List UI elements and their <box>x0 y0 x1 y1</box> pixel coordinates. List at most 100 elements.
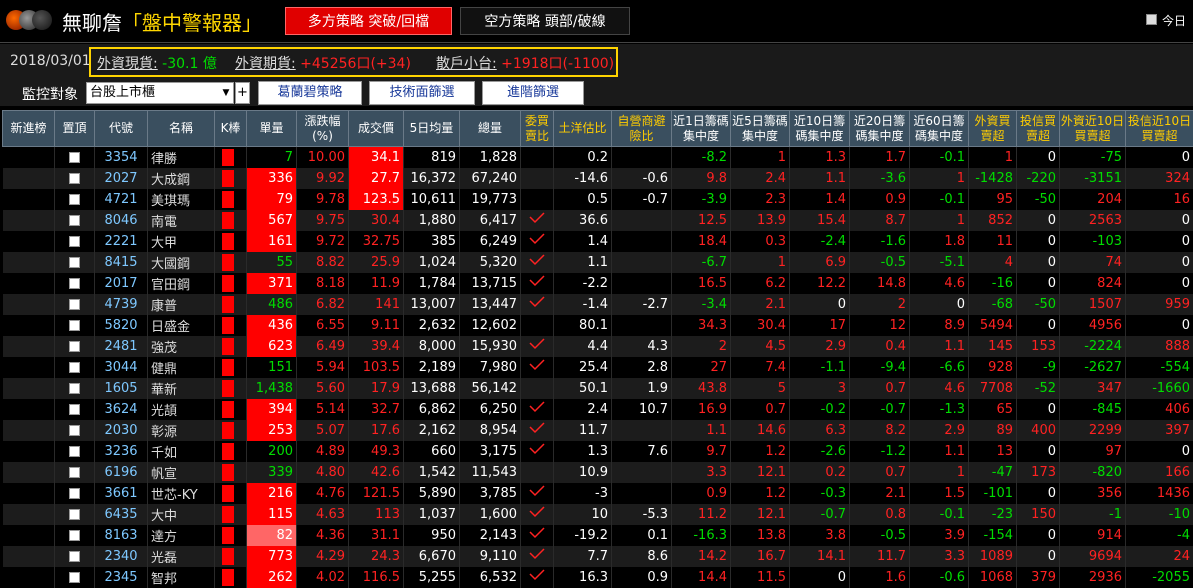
column-header[interactable]: 代號 <box>95 111 148 147</box>
pin-checkbox[interactable] <box>69 530 80 541</box>
column-header[interactable]: 自營商避險比 <box>612 111 672 147</box>
stock-code[interactable]: 2017 <box>95 273 148 294</box>
stock-name[interactable]: 官田鋼 <box>148 273 215 294</box>
pin-cell[interactable] <box>55 504 95 525</box>
advanced-filter-button[interactable]: 進階篩選 <box>482 81 584 105</box>
table-row[interactable]: 2221大甲1619.7232.753856,2491.418.40.3-2.4… <box>3 231 1193 252</box>
pin-cell[interactable] <box>55 210 95 231</box>
column-header[interactable]: 總量 <box>460 111 521 147</box>
pin-checkbox[interactable] <box>69 446 80 457</box>
pin-checkbox[interactable] <box>69 278 80 289</box>
granville-strategy-button[interactable]: 葛蘭碧策略 <box>258 81 362 105</box>
pin-checkbox[interactable] <box>69 257 80 268</box>
column-header[interactable]: 新進榜 <box>3 111 55 147</box>
column-header[interactable]: K棒 <box>215 111 247 147</box>
pin-cell[interactable] <box>55 483 95 504</box>
stock-code[interactable]: 6196 <box>95 462 148 483</box>
stock-name[interactable]: 光頡 <box>148 399 215 420</box>
stock-code[interactable]: 5820 <box>95 315 148 336</box>
column-header[interactable]: 成交價 <box>349 111 404 147</box>
pin-checkbox[interactable] <box>69 488 80 499</box>
pin-cell[interactable] <box>55 567 95 588</box>
pin-cell[interactable] <box>55 315 95 336</box>
stock-code[interactable]: 3236 <box>95 441 148 462</box>
stock-name[interactable]: 美琪瑪 <box>148 189 215 210</box>
pin-checkbox[interactable] <box>69 299 80 310</box>
column-header[interactable]: 委買賣比 <box>521 111 554 147</box>
pin-cell[interactable] <box>55 168 95 189</box>
stock-code[interactable]: 3354 <box>95 147 148 168</box>
pin-checkbox[interactable] <box>69 173 80 184</box>
stock-name[interactable]: 大成鋼 <box>148 168 215 189</box>
column-header[interactable]: 近10日籌碼集中度 <box>790 111 850 147</box>
pin-checkbox[interactable] <box>69 467 80 478</box>
stock-code[interactable]: 8163 <box>95 525 148 546</box>
table-row[interactable]: 4739康普4866.8214113,00713,447-1.4-2.7-3.4… <box>3 294 1193 315</box>
pin-checkbox[interactable] <box>69 383 80 394</box>
pin-cell[interactable] <box>55 378 95 399</box>
table-row[interactable]: 2017官田鋼3718.1811.91,78413,715-2.216.56.2… <box>3 273 1193 294</box>
technical-filter-button[interactable]: 技術面篩選 <box>369 81 475 105</box>
stock-name[interactable]: 千如 <box>148 441 215 462</box>
stock-name[interactable]: 大國鋼 <box>148 252 215 273</box>
column-header[interactable]: 單量 <box>247 111 297 147</box>
column-header[interactable]: 外資買賣超 <box>969 111 1017 147</box>
pin-cell[interactable] <box>55 189 95 210</box>
stock-code[interactable]: 2481 <box>95 336 148 357</box>
stock-name[interactable]: 律勝 <box>148 147 215 168</box>
pin-checkbox[interactable] <box>69 551 80 562</box>
pin-checkbox[interactable] <box>69 194 80 205</box>
pin-cell[interactable] <box>55 147 95 168</box>
stock-name[interactable]: 康普 <box>148 294 215 315</box>
pin-checkbox[interactable] <box>69 236 80 247</box>
table-row[interactable]: 3044健鼎1515.94103.52,1897,98025.42.8277.4… <box>3 357 1193 378</box>
pin-cell[interactable] <box>55 525 95 546</box>
table-row[interactable]: 6196帆宣3394.8042.61,54211,54310.93.312.10… <box>3 462 1193 483</box>
pin-checkbox[interactable] <box>69 320 80 331</box>
stock-name[interactable]: 華新 <box>148 378 215 399</box>
pin-cell[interactable] <box>55 420 95 441</box>
pin-checkbox[interactable] <box>69 152 80 163</box>
table-row[interactable]: 2481強茂6236.4939.48,00015,9304.44.324.52.… <box>3 336 1193 357</box>
stock-name[interactable]: 光磊 <box>148 546 215 567</box>
pin-checkbox[interactable] <box>69 341 80 352</box>
pin-checkbox[interactable] <box>69 572 80 583</box>
stock-code[interactable]: 2340 <box>95 546 148 567</box>
stock-name[interactable]: 南電 <box>148 210 215 231</box>
short-strategy-button[interactable]: 空方策略 頭部/破線 <box>460 7 630 35</box>
pin-checkbox[interactable] <box>69 425 80 436</box>
table-row[interactable]: 3236千如2004.8949.36603,1751.37.69.71.2-2.… <box>3 441 1193 462</box>
long-strategy-button[interactable]: 多方策略 突破/回檔 <box>285 7 452 35</box>
stock-name[interactable]: 健鼎 <box>148 357 215 378</box>
pin-cell[interactable] <box>55 441 95 462</box>
stock-code[interactable]: 6435 <box>95 504 148 525</box>
column-header[interactable]: 投信近10日買賣超 <box>1126 111 1193 147</box>
market-select[interactable]: 台股上市櫃▼ <box>86 82 234 104</box>
column-header[interactable]: 土洋估比 <box>554 111 612 147</box>
table-row[interactable]: 5820日盛金4366.559.112,63212,60280.134.330.… <box>3 315 1193 336</box>
pin-cell[interactable] <box>55 252 95 273</box>
column-header[interactable]: 外資近10日買賣超 <box>1060 111 1126 147</box>
stock-code[interactable]: 2221 <box>95 231 148 252</box>
stock-code[interactable]: 2345 <box>95 567 148 588</box>
stock-name[interactable]: 強茂 <box>148 336 215 357</box>
stock-code[interactable]: 3044 <box>95 357 148 378</box>
table-row[interactable]: 2027大成鋼3369.9227.716,37267,240-14.6-0.69… <box>3 168 1193 189</box>
stock-name[interactable]: 帆宣 <box>148 462 215 483</box>
pin-cell[interactable] <box>55 462 95 483</box>
stock-code[interactable]: 3661 <box>95 483 148 504</box>
table-row[interactable]: 1605華新1,4385.6017.913,68856,14250.11.943… <box>3 378 1193 399</box>
stock-name[interactable]: 大中 <box>148 504 215 525</box>
stock-code[interactable]: 2030 <box>95 420 148 441</box>
column-header[interactable]: 置頂 <box>55 111 95 147</box>
column-header[interactable]: 5日均量 <box>404 111 460 147</box>
table-row[interactable]: 8046南電5679.7530.41,8806,41736.612.513.91… <box>3 210 1193 231</box>
add-button[interactable]: + <box>235 82 250 104</box>
stock-name[interactable]: 智邦 <box>148 567 215 588</box>
table-row[interactable]: 8415大國鋼558.8225.91,0245,3201.1-6.716.9-0… <box>3 252 1193 273</box>
pin-checkbox[interactable] <box>69 362 80 373</box>
stock-name[interactable]: 日盛金 <box>148 315 215 336</box>
stock-code[interactable]: 8046 <box>95 210 148 231</box>
column-header[interactable]: 投信買賣超 <box>1017 111 1060 147</box>
table-row[interactable]: 2030彰源2535.0717.62,1628,95411.71.114.66.… <box>3 420 1193 441</box>
